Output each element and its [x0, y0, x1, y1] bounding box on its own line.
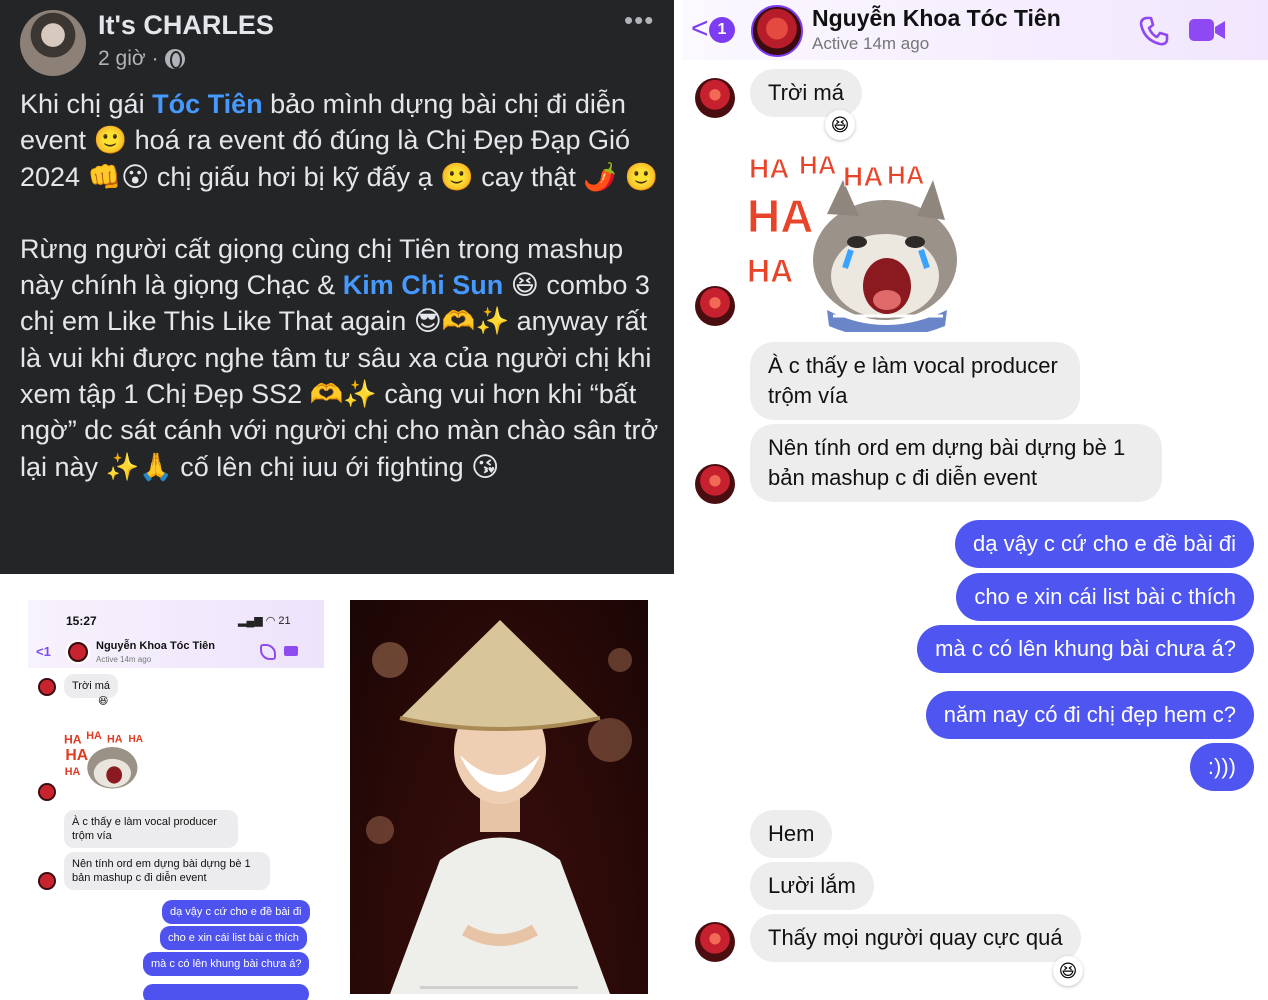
chat-screenshot-thumbnail[interactable]: 15:27 ▂▄▆ ◠ 21 <1 Nguyễn Khoa Tóc Tiên A…	[28, 600, 324, 1000]
sticker-ha: HA	[799, 150, 837, 180]
unread-badge[interactable]: 1	[709, 17, 735, 43]
mini-sticker-ha: HA	[86, 730, 102, 742]
globe-icon	[164, 49, 185, 69]
mini-back-icon: <1	[36, 644, 51, 659]
phone-icon[interactable]	[1139, 16, 1169, 46]
outgoing-message[interactable]: dạ vậy c cứ cho e đề bài đi	[955, 520, 1254, 568]
incoming-message[interactable]: Thấy mọi người quay cực quá	[750, 914, 1081, 962]
contact-avatar[interactable]	[751, 5, 803, 57]
sticker-ha: HA	[887, 160, 925, 190]
back-chevron-icon[interactable]: <	[691, 14, 709, 44]
outgoing-message[interactable]: mà c có lên khung bài chưa á?	[917, 625, 1254, 673]
post-paragraph-2: Rừng người cất giọng cùng chị Tiên trong…	[20, 231, 660, 485]
mini-sticker-ha: HA	[64, 732, 82, 746]
post-meta: 2 giờ ·	[98, 47, 185, 71]
active-status: Active 14m ago	[812, 34, 930, 53]
sticker-ha: HA	[749, 153, 789, 184]
mini-contact-avatar	[66, 640, 90, 664]
outgoing-message[interactable]: :)))	[1189, 743, 1254, 791]
mini-sticker-ha: HA	[107, 734, 123, 746]
incoming-message[interactable]: Trời má	[750, 69, 862, 117]
mini-message: À c thấy e làm vocal producer trộm vía	[64, 810, 238, 848]
mini-avatar	[38, 872, 56, 890]
messenger-conversation: < 1 Nguyễn Khoa Tóc Tiên Active 14m ago …	[683, 0, 1268, 1000]
chat-header: < 1 Nguyễn Khoa Tóc Tiên Active 14m ago	[683, 0, 1268, 60]
mention-toc-tien[interactable]: Tóc Tiên	[152, 89, 263, 119]
author-avatar[interactable]	[20, 10, 86, 76]
mini-status-time: 15:27	[66, 614, 97, 628]
outgoing-message[interactable]: cho e xin cái list bài c thích	[956, 573, 1254, 621]
mini-status-icons: ▂▄▆ ◠ 21	[238, 615, 291, 627]
mini-sticker-ha: HA	[65, 766, 81, 778]
laugh-reaction[interactable]: 😆	[1053, 956, 1083, 986]
contact-avatar-small	[695, 286, 735, 326]
mini-message: Trời má	[64, 674, 118, 698]
sticker-ha: HA	[843, 161, 883, 192]
contact-avatar-small	[695, 78, 735, 118]
contact-name[interactable]: Nguyễn Khoa Tóc Tiên	[812, 5, 1061, 32]
mini-sticker-ha: HA	[65, 747, 88, 764]
mini-contact-name: Nguyễn Khoa Tóc Tiên	[96, 640, 215, 652]
mini-avatar	[38, 678, 56, 696]
facebook-post: It's CHARLES 2 giờ · ••• Khi chị gái Tóc…	[0, 0, 674, 574]
more-options-icon[interactable]: •••	[624, 5, 654, 36]
mini-message: cho e xin cái list bài c thích	[160, 926, 307, 950]
laughing-cat-sticker[interactable]: HA HA HA HA HA HA	[747, 150, 987, 332]
incoming-message[interactable]: Hem	[750, 810, 833, 858]
incoming-message[interactable]: Lười lắm	[750, 862, 874, 910]
sticker-ha: HA	[747, 253, 793, 289]
stage-photo[interactable]	[350, 600, 648, 994]
mini-video-icon	[284, 646, 298, 656]
mention-kim-chi-sun[interactable]: Kim Chi Sun	[343, 270, 504, 300]
post-text: Khi chị gái Tóc Tiên bảo mình dựng bài c…	[20, 86, 660, 521]
mini-reaction-icon: 😆	[98, 696, 109, 707]
author-name[interactable]: It's CHARLES	[98, 10, 274, 41]
mini-active-status: Active 14m ago	[96, 655, 152, 664]
contact-avatar-small	[695, 464, 735, 504]
mini-laughing-cat-sticker: HA HA HA HA HA HA	[64, 730, 143, 789]
mini-message: mà c có lên khung bài chưa á?	[143, 952, 310, 976]
mini-message-cutoff	[143, 984, 309, 1000]
contact-avatar-small	[695, 922, 735, 962]
mini-avatar	[38, 783, 56, 801]
mini-sticker-ha: HA	[129, 734, 143, 745]
laugh-reaction[interactable]: 😆	[825, 110, 855, 140]
text-segment: Khi chị gái	[20, 89, 153, 119]
outgoing-message[interactable]: năm nay có đi chị đẹp hem c?	[925, 691, 1254, 739]
meta-separator: ·	[151, 47, 159, 70]
post-paragraph-1: Khi chị gái Tóc Tiên bảo mình dựng bài c…	[20, 86, 660, 195]
incoming-message[interactable]: À c thấy e làm vocal producer trộm vía	[750, 342, 1080, 420]
text-segment: 😆 combo 3 chị em Like This Like That aga…	[20, 270, 659, 482]
mini-message: dạ vậy c cứ cho e đề bài đi	[162, 900, 310, 924]
post-time[interactable]: 2 giờ	[98, 47, 146, 71]
performer-illustration	[366, 620, 632, 994]
video-call-icon[interactable]	[1188, 17, 1226, 43]
incoming-message[interactable]: Nên tính ord em dựng bài dựng bè 1 bản m…	[750, 424, 1162, 502]
sticker-ha: HA	[747, 190, 813, 242]
mini-message: Nên tính ord em dựng bài dựng bè 1 bản m…	[64, 852, 270, 890]
